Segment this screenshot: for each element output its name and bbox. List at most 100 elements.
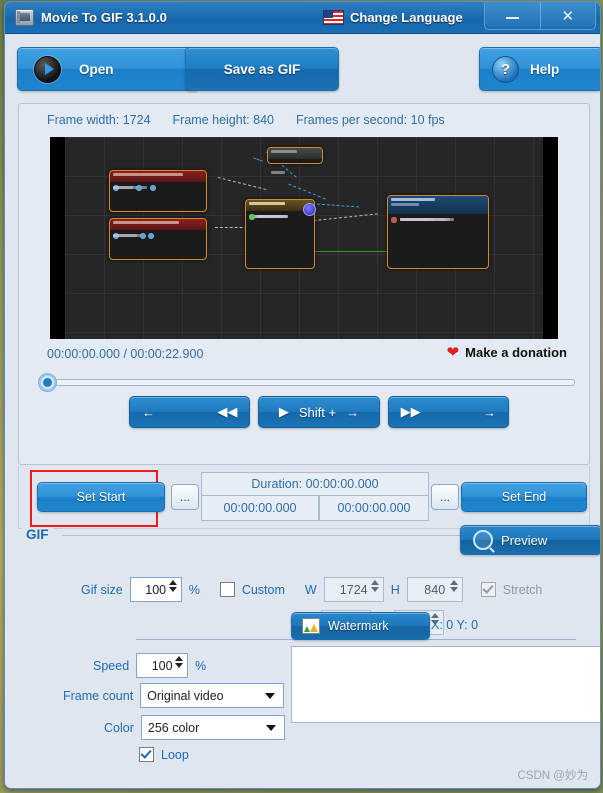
credit-watermark: CSDN @妙为 (517, 770, 588, 782)
set-end-label: Set End (501, 490, 547, 504)
width-input[interactable]: 1724 (323, 577, 384, 602)
set-start-button[interactable]: Set Start (37, 482, 165, 512)
save-as-gif-label: Save as GIF (223, 61, 301, 77)
seek-bar[interactable] (29, 371, 577, 392)
loop-checkbox[interactable] (139, 747, 154, 762)
gif-size-value: 100 (145, 582, 167, 597)
height-input[interactable]: 840 (406, 577, 463, 602)
graph-wire (310, 251, 388, 252)
window-controls: ✕ (484, 2, 596, 30)
minimize-icon (505, 17, 519, 19)
start-time-field[interactable]: 00:00:00.000 (201, 495, 319, 521)
preview-button[interactable]: Preview (460, 525, 600, 555)
help-button[interactable]: ? Help (479, 47, 600, 91)
frame-count-row: Frame count Original video (63, 683, 285, 708)
color-label: Color (104, 720, 134, 735)
gif-settings-group: GIF Preview Gif size 100 % Custom W 1724… (18, 525, 600, 772)
graph-node-header (268, 148, 322, 159)
speed-percent: % (195, 658, 207, 673)
video-preview[interactable] (50, 137, 558, 339)
desktop-background: Movie To GIF 3.1.0.0 Change Language ✕ O… (0, 0, 603, 793)
browse-end-button[interactable]: ... (431, 484, 459, 510)
watermark-text-area[interactable] (291, 646, 600, 723)
play-button[interactable]: ▶ Shift + → (258, 396, 380, 428)
playback-controls: ← ◀◀ ▶ Shift + → ▶▶ → (129, 396, 509, 428)
graph-wire (317, 203, 359, 208)
chevron-down-icon (265, 692, 276, 699)
graph-node (109, 170, 207, 212)
graph-node-badge (303, 203, 316, 216)
frame-count-select[interactable]: Original video (140, 683, 285, 708)
seek-bar-track[interactable] (43, 379, 575, 386)
watermark-coordinates: X: 0 Y: 0 (431, 618, 479, 632)
frame-height-label: Frame height: 840 (172, 113, 274, 127)
set-end-button[interactable]: Set End (461, 482, 587, 512)
height-label: H (390, 582, 400, 597)
close-button[interactable]: ✕ (541, 2, 596, 29)
help-button-label: Help (530, 61, 560, 77)
graph-wire (253, 157, 263, 162)
graph-wire (308, 213, 378, 222)
change-language-button[interactable]: Change Language (323, 2, 463, 33)
rewind-icon: ◀◀ (217, 404, 238, 419)
play-circle-icon (34, 55, 61, 83)
gif-size-stepper[interactable] (168, 580, 177, 592)
custom-checkbox[interactable] (219, 582, 235, 597)
speed-stepper[interactable] (175, 656, 184, 668)
gif-group-label: GIF (22, 527, 53, 542)
graph-wire (217, 176, 267, 191)
end-time-field[interactable]: 00:00:00.000 (319, 495, 429, 521)
frame-count-value: Original video (147, 688, 224, 703)
minimize-button[interactable] (485, 2, 541, 29)
step-forward-right-arrow: → (482, 404, 496, 420)
play-icon: ▶ (278, 404, 289, 419)
window-title: Movie To GIF 3.1.0.0 (41, 10, 168, 25)
graph-node-body (110, 230, 206, 239)
loop-label: Loop (161, 747, 189, 762)
gif-size-input[interactable]: 100 (129, 577, 182, 602)
open-button-label: Open (79, 61, 114, 77)
step-back-button[interactable]: ← ◀◀ (129, 396, 251, 428)
title-bar-left: Movie To GIF 3.1.0.0 (15, 2, 167, 33)
gif-size-percent: % (188, 582, 200, 597)
browse-end-label: ... (439, 490, 450, 504)
height-stepper[interactable] (449, 580, 458, 592)
video-metadata: Frame width: 1724 Frame height: 840 Fram… (47, 113, 445, 127)
video-frame-content (65, 137, 543, 339)
make-a-donation-link[interactable]: ❤ Make a donation (447, 345, 567, 360)
frame-count-label: Frame count (63, 688, 134, 703)
speed-label: Speed (93, 658, 130, 673)
stretch-label: Stretch (502, 582, 543, 597)
graph-node-body (388, 214, 488, 223)
watermark-button-label: Watermark (328, 619, 389, 633)
donation-label: Make a donation (465, 345, 567, 360)
change-language-label: Change Language (350, 10, 463, 25)
color-select[interactable]: 256 color (140, 715, 285, 740)
close-icon: ✕ (561, 7, 575, 25)
graph-node-header (388, 196, 488, 214)
gif-group-divider (62, 535, 466, 536)
step-back-left-arrow: ← (142, 404, 155, 420)
seek-bar-thumb[interactable] (38, 373, 57, 392)
watermark-button[interactable]: Watermark (291, 612, 430, 640)
fast-forward-icon: ▶▶ (400, 404, 421, 419)
width-value: 1724 (339, 582, 368, 597)
speed-row: Speed 100 % (93, 653, 206, 678)
gif-size-row: Gif size 100 % Custom W 1724 H 840 Stret… (81, 577, 542, 602)
preview-button-label: Preview (501, 532, 548, 548)
duration-display: Duration: 00:00:00.000 (201, 472, 429, 496)
current-timecode: 00:00:00.000 / 00:00:22.900 (47, 347, 204, 361)
step-forward-button[interactable]: ▶▶ → (387, 396, 509, 428)
graph-wire (288, 183, 326, 200)
width-stepper[interactable] (370, 580, 379, 592)
us-flag-icon (323, 10, 344, 25)
graph-node (267, 147, 323, 174)
save-as-gif-button[interactable]: Save as GIF (185, 47, 339, 91)
browse-start-button[interactable]: ... (171, 484, 199, 510)
stretch-checkbox[interactable] (480, 582, 496, 597)
speed-input[interactable]: 100 (136, 653, 189, 678)
height-value: 840 (424, 582, 446, 597)
movie-to-gif-window: Movie To GIF 3.1.0.0 Change Language ✕ O… (4, 1, 601, 789)
open-button[interactable]: Open (17, 47, 200, 91)
loop-row: Loop (139, 747, 189, 762)
